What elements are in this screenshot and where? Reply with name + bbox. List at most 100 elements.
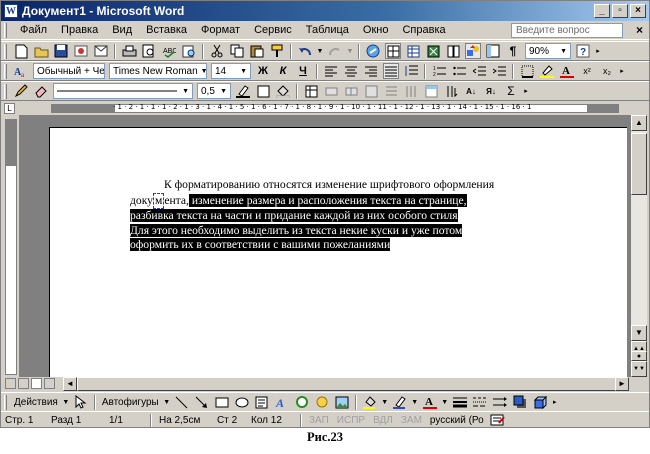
save-icon[interactable] <box>53 43 69 59</box>
toolbar-options-icon[interactable]: ▸ <box>619 63 625 79</box>
selected-text-line-4[interactable]: Для этого необходимо выделить из текста … <box>130 223 463 237</box>
menu-format[interactable]: Формат <box>194 24 247 36</box>
status-language[interactable]: русский (Ро <box>426 415 488 426</box>
align-left-icon[interactable] <box>323 63 339 79</box>
spelling-status-icon[interactable] <box>490 412 506 427</box>
close-button[interactable]: × <box>630 4 646 18</box>
hyperlink-icon[interactable] <box>365 43 381 59</box>
line-style-icon[interactable] <box>452 394 468 410</box>
paste-icon[interactable] <box>249 43 265 59</box>
print-icon[interactable] <box>121 43 137 59</box>
arrow-tool-icon[interactable] <box>194 394 210 410</box>
menu-window[interactable]: Окно <box>356 24 396 36</box>
redo-dropdown-icon[interactable]: ▼ <box>347 43 354 59</box>
align-right-icon[interactable] <box>363 63 379 79</box>
next-page-button[interactable]: ▼▼ <box>631 361 647 377</box>
styles-pane-icon[interactable]: Aa <box>13 63 29 79</box>
vertical-scrollbar[interactable]: ▲ ▼ ▲▲ ● ▼▼ <box>631 115 647 377</box>
status-overtype[interactable]: ЗАМ <box>397 415 426 426</box>
web-layout-view-button[interactable] <box>18 378 29 389</box>
chevron-down-icon[interactable]: ▼ <box>381 394 388 410</box>
show-marks-icon[interactable]: ¶ <box>505 43 521 59</box>
chevron-down-icon[interactable]: ▼ <box>411 394 418 410</box>
fill-color-icon[interactable] <box>362 394 378 410</box>
menu-file[interactable]: Файл <box>13 24 54 36</box>
distribute-columns-icon[interactable] <box>403 83 419 99</box>
menu-insert[interactable]: Вставка <box>139 24 194 36</box>
document-page[interactable]: К форматированию относятся изменение шри… <box>49 127 627 379</box>
document-map-icon[interactable] <box>485 43 501 59</box>
chevron-down-icon[interactable]: ▼ <box>62 394 69 410</box>
clipart-icon[interactable] <box>314 394 330 410</box>
document-text[interactable]: К форматированию относятся изменение шри… <box>130 178 592 253</box>
insert-excel-icon[interactable] <box>425 43 441 59</box>
outside-border-icon[interactable] <box>255 83 271 99</box>
increase-indent-icon[interactable] <box>491 63 507 79</box>
scroll-right-button[interactable]: ► <box>615 377 629 391</box>
scroll-down-button[interactable]: ▼ <box>631 325 647 341</box>
vertical-ruler[interactable] <box>5 119 17 375</box>
menu-table[interactable]: Таблица <box>299 24 356 36</box>
superscript-icon[interactable]: x² <box>579 63 595 79</box>
horizontal-scrollbar[interactable]: ◄ ► <box>63 377 629 391</box>
email-icon[interactable] <box>93 43 109 59</box>
outline-view-button[interactable] <box>44 378 55 389</box>
undo-dropdown-icon[interactable]: ▼ <box>317 43 324 59</box>
line-style-select[interactable]: ▼ <box>53 83 193 99</box>
redo-icon[interactable] <box>327 43 343 59</box>
tables-borders-icon[interactable] <box>385 43 401 59</box>
chevron-down-icon[interactable]: ▼ <box>441 394 448 410</box>
style-select[interactable]: Обычный + Чер▼ <box>33 63 105 79</box>
help-question-input[interactable]: Введите вопрос <box>511 23 623 38</box>
open-icon[interactable] <box>33 43 49 59</box>
help-icon[interactable]: ? <box>575 43 591 59</box>
selected-text-line-2[interactable]: изменение размера и расположения текста … <box>188 193 467 207</box>
toolbar-options-icon[interactable]: ▸ <box>523 83 529 99</box>
menu-help[interactable]: Справка <box>395 24 452 36</box>
font-size-select[interactable]: 14 ▼ <box>211 63 251 79</box>
justify-icon[interactable] <box>383 63 399 79</box>
arrow-style-icon[interactable] <box>492 394 508 410</box>
menu-edit[interactable]: Правка <box>54 24 105 36</box>
toolbar-options-icon[interactable]: ▸ <box>595 43 601 59</box>
diagram-icon[interactable] <box>294 394 310 410</box>
line-tool-icon[interactable] <box>174 394 190 410</box>
font-color-icon[interactable]: A <box>422 394 438 410</box>
bullets-icon[interactable] <box>451 63 467 79</box>
print-layout-view-button[interactable] <box>31 378 42 389</box>
line-spacing-icon[interactable] <box>403 63 419 79</box>
shading-color-icon[interactable] <box>275 83 291 99</box>
scroll-up-button[interactable]: ▲ <box>631 115 647 131</box>
distribute-rows-icon[interactable] <box>383 83 399 99</box>
border-color-icon[interactable] <box>235 83 251 99</box>
eraser-icon[interactable] <box>33 83 49 99</box>
autosum-icon[interactable]: Σ <box>503 83 519 99</box>
line-weight-select[interactable]: 0,5 ▼ <box>197 83 231 99</box>
spelling-icon[interactable]: ABC <box>161 43 177 59</box>
subscript-icon[interactable]: x₂ <box>599 63 615 79</box>
text-direction-icon[interactable] <box>443 83 459 99</box>
3d-style-icon[interactable] <box>532 394 548 410</box>
maximize-button[interactable]: ▫ <box>612 4 628 18</box>
drawing-icon[interactable] <box>465 43 481 59</box>
status-extend-selection[interactable]: ВДЛ <box>369 415 397 426</box>
insert-picture-icon[interactable] <box>334 394 350 410</box>
selected-text-line-5[interactable]: оформить их в соответствии с вашими поже… <box>130 238 391 251</box>
shadow-style-icon[interactable] <box>512 394 528 410</box>
document-close-button[interactable]: × <box>636 23 643 37</box>
cut-icon[interactable] <box>209 43 225 59</box>
draw-menu-button[interactable]: Действия <box>14 397 58 408</box>
permission-icon[interactable] <box>73 43 89 59</box>
print-preview-icon[interactable] <box>141 43 157 59</box>
columns-icon[interactable] <box>445 43 461 59</box>
textbox-tool-icon[interactable] <box>254 394 270 410</box>
word-app-icon[interactable]: W <box>4 4 18 18</box>
format-painter-icon[interactable] <box>269 43 285 59</box>
toolbar-grip[interactable] <box>4 63 7 79</box>
selected-text-line-3[interactable]: разбивка текста на части и придание кажд… <box>130 209 458 222</box>
undo-icon[interactable] <box>297 43 313 59</box>
line-color-icon[interactable] <box>392 394 408 410</box>
wordart-icon[interactable]: A <box>274 394 290 410</box>
minimize-button[interactable]: _ <box>594 4 610 18</box>
toolbar-options-icon[interactable]: ▸ <box>552 394 558 410</box>
